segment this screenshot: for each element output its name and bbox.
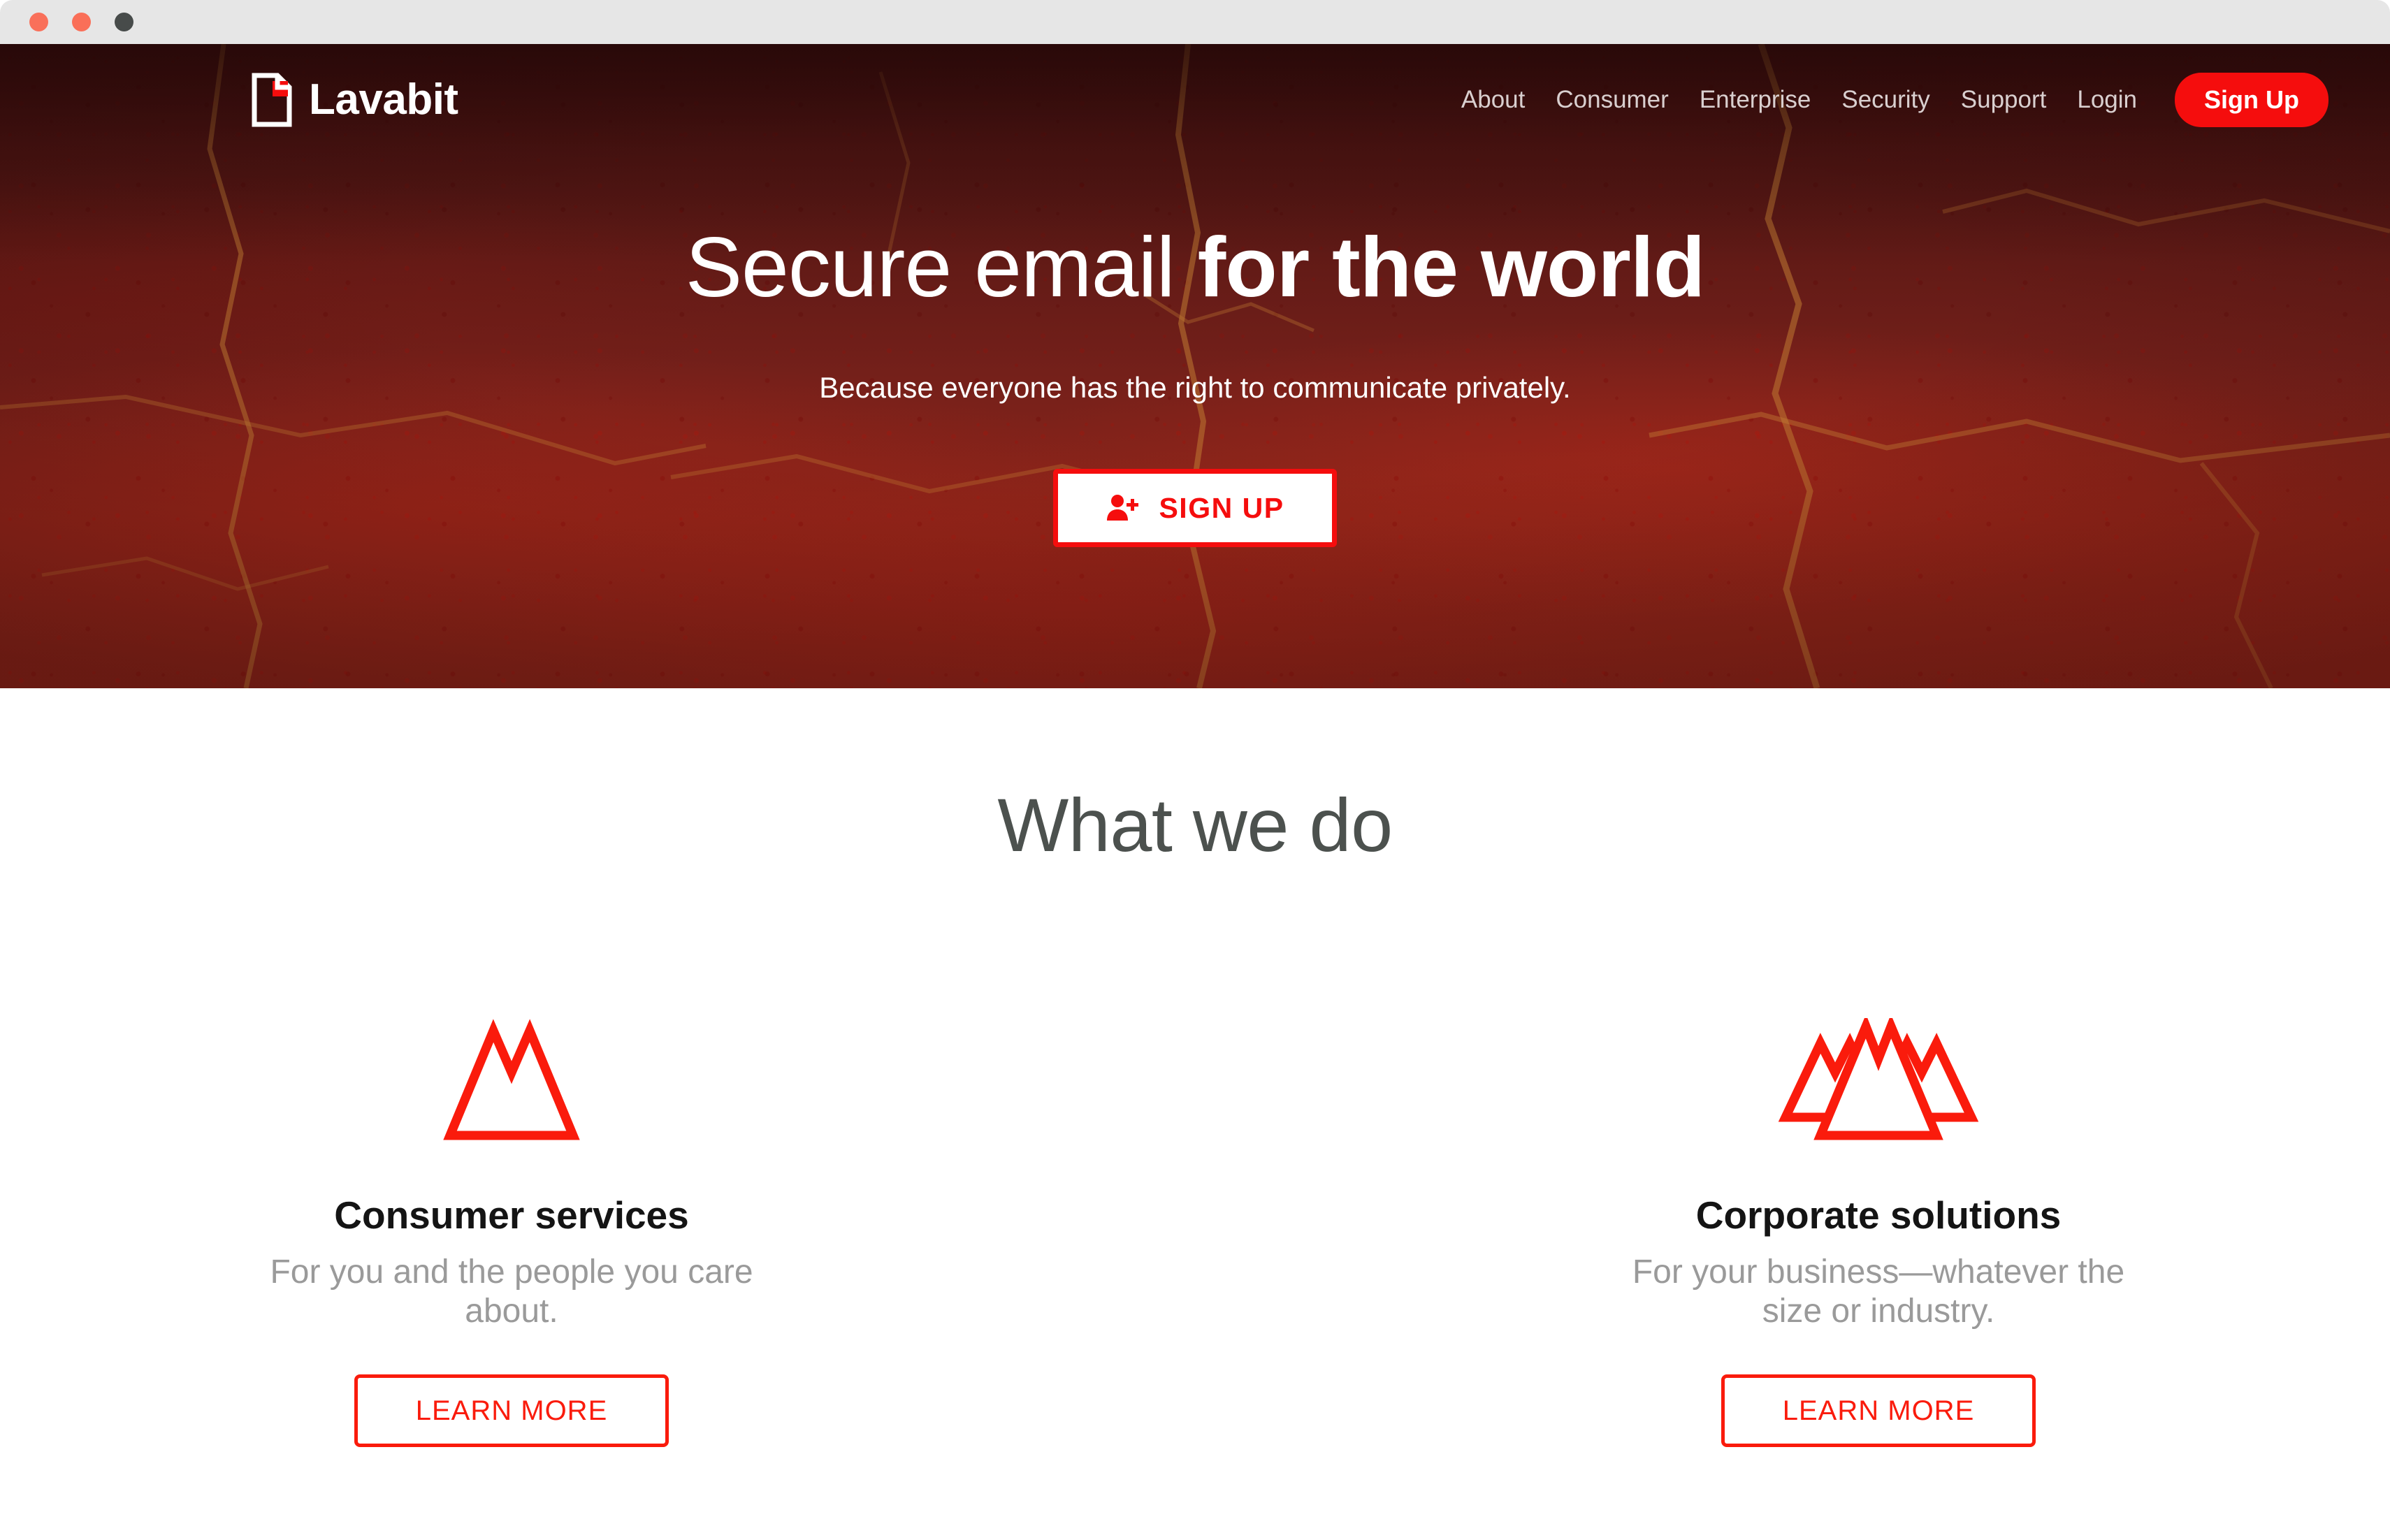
card-title: Consumer services — [334, 1193, 689, 1237]
hero-subtitle: Because everyone has the right to commun… — [819, 371, 1571, 404]
card-corporate-solutions: Corporate solutions For your business—wh… — [1613, 989, 2144, 1448]
card-description: For you and the people you care about. — [270, 1254, 753, 1330]
window-traffic-lights — [29, 13, 133, 31]
service-cards: Consumer services For you and the people… — [0, 989, 2390, 1448]
close-window-button[interactable] — [29, 13, 48, 31]
hero-title-light: Secure email — [685, 219, 1198, 314]
user-add-icon — [1106, 493, 1139, 523]
hero-signup-button[interactable]: SIGN UP — [1053, 469, 1337, 547]
minimize-window-button[interactable] — [72, 13, 91, 31]
card-consumer-services: Consumer services For you and the people… — [246, 989, 777, 1448]
hero-title: Secure email for the world — [686, 224, 1706, 310]
learn-more-button-corporate[interactable]: LEARN MORE — [1721, 1374, 2036, 1448]
hero-title-bold: for the world — [1197, 219, 1706, 314]
card-description: For your business—whatever the size or i… — [1632, 1254, 2125, 1330]
section-heading: What we do — [997, 783, 1393, 867]
learn-more-button-consumer[interactable]: LEARN MORE — [354, 1374, 669, 1448]
what-we-do-section: What we do Consumer services For you and… — [0, 688, 2390, 1540]
hero-signup-label: SIGN UP — [1159, 491, 1284, 524]
browser-titlebar — [0, 0, 2390, 44]
triple-mountain-icon — [1777, 989, 1980, 1144]
hero-section: Lavabit About Consumer Enterprise Securi… — [0, 44, 2390, 688]
card-title: Corporate solutions — [1695, 1193, 2062, 1237]
single-mountain-icon — [442, 989, 581, 1144]
zoom-window-button[interactable] — [115, 13, 133, 31]
hero-content: Secure email for the world Because every… — [0, 44, 2390, 688]
